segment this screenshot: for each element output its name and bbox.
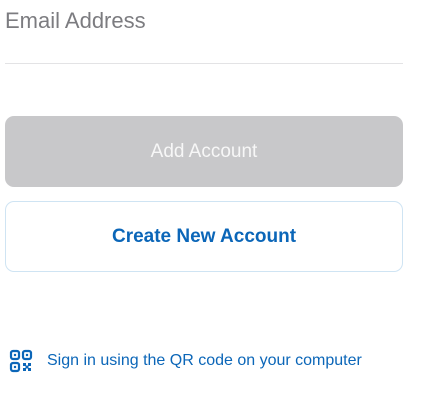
- email-field[interactable]: [5, 0, 403, 64]
- create-new-account-button[interactable]: Create New Account: [5, 201, 403, 272]
- qr-signin-link[interactable]: Sign in using the QR code on your comput…: [9, 348, 362, 374]
- add-account-button[interactable]: Add Account: [5, 116, 403, 187]
- qr-code-icon: [9, 349, 33, 373]
- qr-signin-label: Sign in using the QR code on your comput…: [47, 352, 362, 369]
